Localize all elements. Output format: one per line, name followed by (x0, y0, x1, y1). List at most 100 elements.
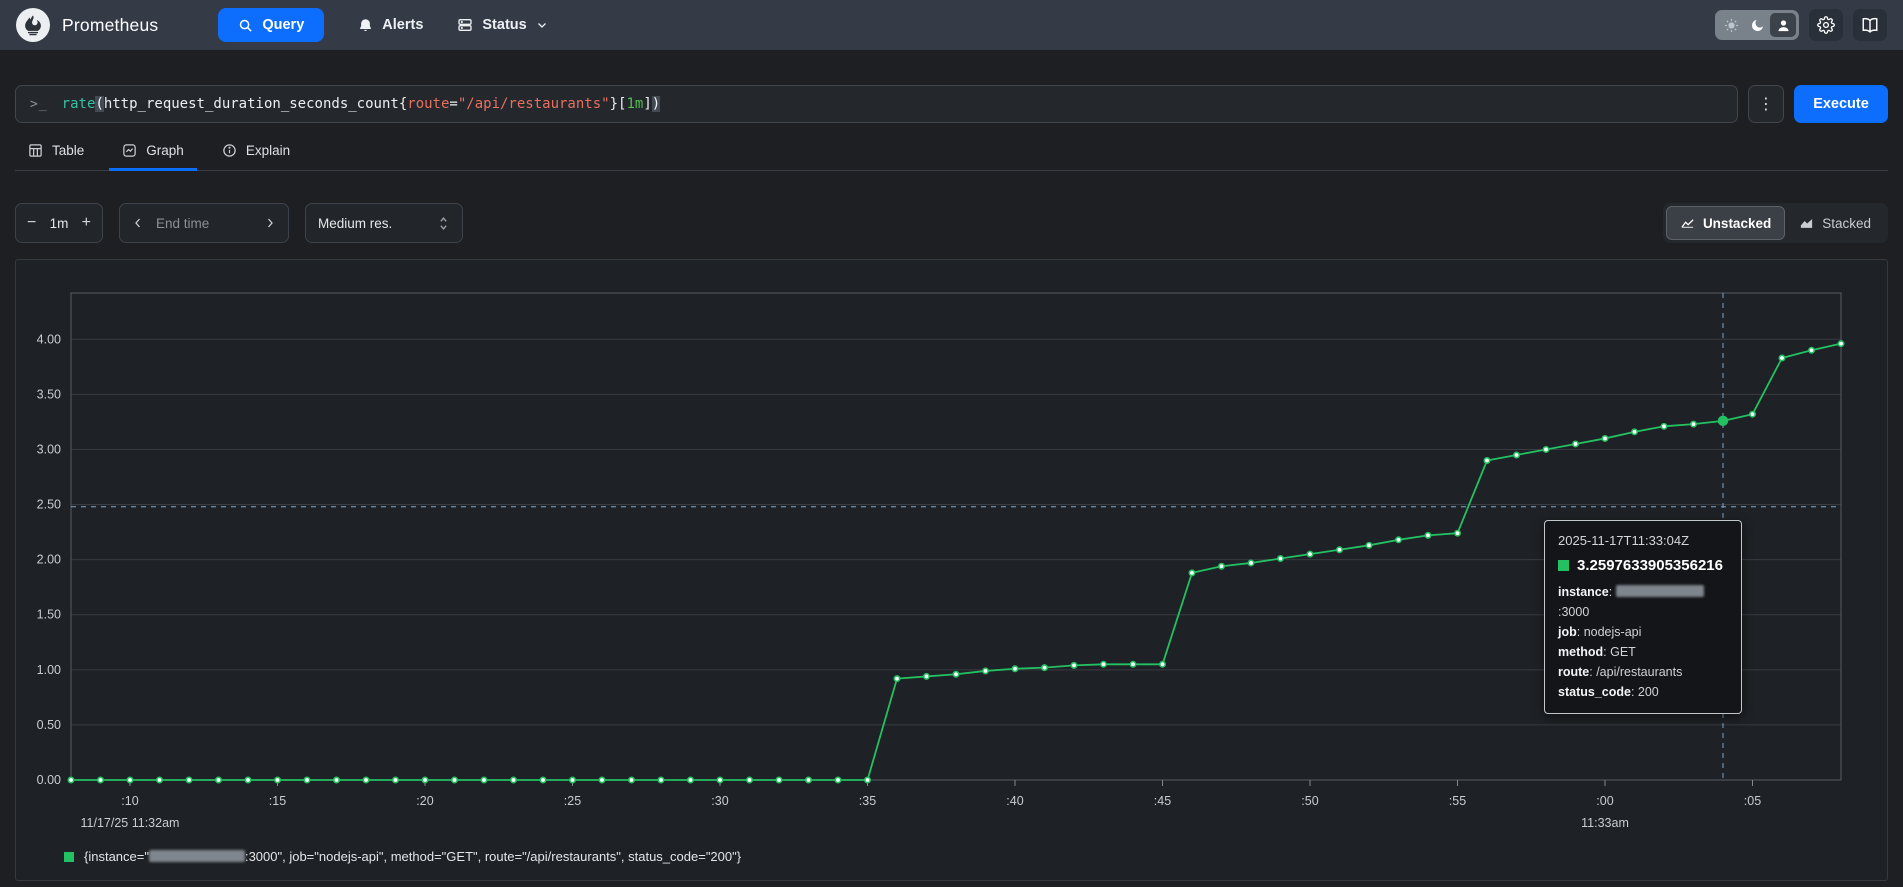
chevron-right-icon[interactable] (264, 217, 276, 229)
range-value[interactable]: 1m (50, 216, 69, 231)
data-point[interactable] (275, 777, 280, 782)
data-point[interactable] (1278, 556, 1283, 561)
data-point[interactable] (98, 777, 103, 782)
data-point[interactable] (1071, 663, 1076, 668)
end-time-picker[interactable]: End time (119, 203, 289, 243)
prompt-icon: >_ (30, 97, 48, 112)
settings-button[interactable] (1809, 9, 1843, 41)
query-options-button[interactable]: ⋮ (1748, 85, 1784, 123)
data-point[interactable] (1809, 348, 1814, 353)
data-point[interactable] (511, 777, 516, 782)
data-point[interactable] (1455, 530, 1460, 535)
kebab-icon: ⋮ (1758, 94, 1774, 114)
y-axis-tick-label: 4.00 (37, 332, 61, 346)
theme-dark-button[interactable] (1744, 13, 1770, 37)
data-point[interactable] (658, 777, 663, 782)
data-point[interactable] (865, 777, 870, 782)
data-point[interactable] (1396, 537, 1401, 542)
tab-explain[interactable]: Explain (209, 143, 303, 171)
data-point[interactable] (1573, 441, 1578, 446)
data-point[interactable] (1514, 452, 1519, 457)
y-axis-tick-label: 3.50 (37, 387, 61, 401)
tab-table[interactable]: Table (15, 143, 97, 171)
data-point[interactable] (1189, 570, 1194, 575)
data-point[interactable] (1543, 447, 1548, 452)
alerts-nav-label: Alerts (382, 17, 423, 33)
data-point[interactable] (304, 777, 309, 782)
status-nav-item[interactable]: Status (457, 17, 547, 33)
result-tabs: Table Graph Explain (15, 143, 1888, 171)
data-point[interactable] (747, 777, 752, 782)
x-axis-tick-label: :45 (1154, 794, 1171, 808)
data-point[interactable] (363, 777, 368, 782)
gear-icon (1817, 16, 1835, 34)
bell-icon (358, 18, 373, 33)
data-point[interactable] (422, 777, 427, 782)
query-input[interactable]: >_ rate(http_request_duration_seconds_co… (15, 85, 1738, 123)
data-point[interactable] (924, 674, 929, 679)
execute-button[interactable]: Execute (1794, 85, 1888, 123)
alerts-nav-item[interactable]: Alerts (358, 17, 423, 33)
promql-expression[interactable]: rate(http_request_duration_seconds_count… (62, 96, 661, 112)
data-point[interactable] (835, 777, 840, 782)
data-point[interactable] (894, 676, 899, 681)
data-point[interactable] (1691, 421, 1696, 426)
theme-auto-button[interactable] (1770, 13, 1796, 37)
data-point[interactable] (1838, 341, 1843, 346)
theme-toggle (1715, 10, 1799, 40)
resolution-select[interactable]: Medium res. (305, 203, 463, 243)
data-point[interactable] (157, 777, 162, 782)
status-nav-label: Status (482, 17, 526, 33)
data-point[interactable] (806, 777, 811, 782)
data-point[interactable] (1219, 564, 1224, 569)
data-point[interactable] (1366, 543, 1371, 548)
data-point[interactable] (1248, 560, 1253, 565)
data-point[interactable] (1130, 662, 1135, 667)
data-point[interactable] (776, 777, 781, 782)
unstacked-button[interactable]: Unstacked (1666, 206, 1785, 240)
tooltip-value-row: 3.2597633905356216 (1558, 557, 1728, 574)
data-point[interactable] (216, 777, 221, 782)
query-nav-button[interactable]: Query (218, 8, 324, 42)
data-point[interactable] (688, 777, 693, 782)
data-point[interactable] (186, 777, 191, 782)
data-point[interactable] (393, 777, 398, 782)
data-point[interactable] (599, 777, 604, 782)
data-point[interactable] (1632, 429, 1637, 434)
tab-graph[interactable]: Graph (109, 143, 197, 171)
legend-item[interactable]: {instance=":3000", job="nodejs-api", met… (64, 849, 741, 864)
data-point[interactable] (953, 672, 958, 677)
data-point[interactable] (1012, 666, 1017, 671)
data-point[interactable] (540, 777, 545, 782)
range-decrease-button[interactable]: − (27, 215, 36, 231)
data-point[interactable] (983, 668, 988, 673)
data-point[interactable] (68, 777, 73, 782)
stacked-button[interactable]: Stacked (1785, 206, 1885, 240)
data-point[interactable] (1160, 662, 1165, 667)
data-point[interactable] (1750, 411, 1755, 416)
range-increase-button[interactable]: + (82, 215, 91, 231)
chevron-left-icon[interactable] (132, 217, 144, 229)
data-point[interactable] (717, 777, 722, 782)
data-point[interactable] (1307, 551, 1312, 556)
data-point[interactable] (127, 777, 132, 782)
brand[interactable]: Prometheus (16, 8, 158, 42)
data-point[interactable] (334, 777, 339, 782)
data-point[interactable] (245, 777, 250, 782)
data-point[interactable] (1602, 436, 1607, 441)
data-point[interactable] (1425, 533, 1430, 538)
data-point[interactable] (481, 777, 486, 782)
data-point[interactable] (1337, 547, 1342, 552)
range-stepper: − 1m + (15, 203, 103, 243)
data-point[interactable] (1484, 458, 1489, 463)
data-point[interactable] (1101, 662, 1106, 667)
query-nav-label: Query (262, 17, 304, 33)
data-point[interactable] (1779, 355, 1784, 360)
data-point[interactable] (629, 777, 634, 782)
data-point[interactable] (1042, 665, 1047, 670)
docs-button[interactable] (1853, 9, 1887, 41)
data-point[interactable] (1661, 424, 1666, 429)
data-point[interactable] (452, 777, 457, 782)
theme-light-button[interactable] (1718, 13, 1744, 37)
data-point[interactable] (570, 777, 575, 782)
